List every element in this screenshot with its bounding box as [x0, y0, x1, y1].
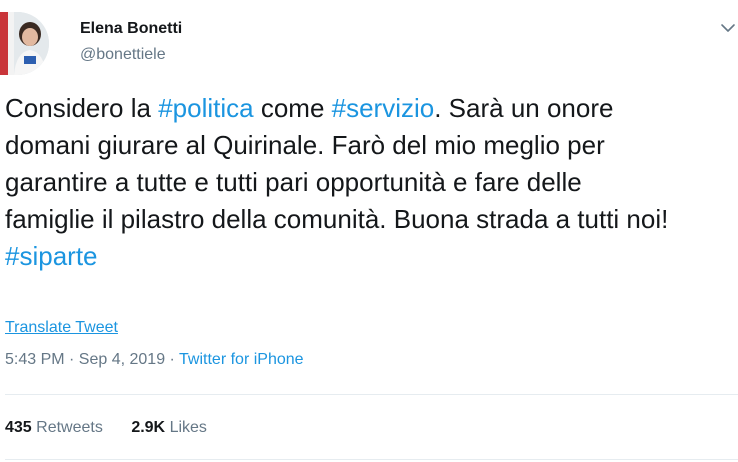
- tweet-text-segment: come: [253, 93, 332, 123]
- tweet-line: Considero la #politica come #servizio. S…: [5, 90, 738, 127]
- tweet-line: famiglie il pilastro della comunità. Buo…: [5, 201, 738, 238]
- tweet-timestamp[interactable]: 5:43 PM · Sep 4, 2019 ·: [5, 351, 179, 368]
- tweet-text-segment: . Sarà un onore: [434, 93, 614, 123]
- user-handle[interactable]: @bonettiele: [80, 45, 166, 65]
- divider: [5, 394, 738, 395]
- tweet-line: domani giurare al Quirinale. Farò del mi…: [5, 127, 738, 164]
- engagement-stats: 435 Retweets 2.9K Likes: [5, 418, 231, 438]
- likes-label: Likes: [169, 419, 207, 436]
- tweet-text-segment: Considero la: [5, 93, 159, 123]
- tweet-line: #siparte: [5, 238, 738, 275]
- hashtag-link[interactable]: #servizio: [332, 93, 435, 123]
- tweet-source-link[interactable]: Twitter for iPhone: [179, 351, 304, 368]
- hashtag-link[interactable]: #politica: [158, 93, 253, 123]
- translate-tweet-link[interactable]: Translate Tweet: [5, 318, 118, 338]
- tweet-text-segment: garantire a tutte e tutti pari opportuni…: [5, 167, 582, 197]
- tweet-metadata: 5:43 PM · Sep 4, 2019 · Twitter for iPho…: [5, 350, 304, 370]
- tweet-text-segment: domani giurare al Quirinale. Farò del mi…: [5, 130, 605, 160]
- retweets-count: 435: [5, 419, 32, 436]
- chevron-down-icon[interactable]: [718, 18, 738, 38]
- tweet-text: Considero la #politica come #servizio. S…: [5, 90, 738, 275]
- tweet-card: Elena Bonetti @bonettiele Considero la #…: [0, 0, 738, 462]
- hashtag-link[interactable]: #siparte: [5, 241, 98, 271]
- tweet-text-segment: famiglie il pilastro della comunità. Buo…: [5, 204, 669, 234]
- tweet-line: garantire a tutte e tutti pari opportuni…: [5, 164, 738, 201]
- retweets-label: Retweets: [36, 419, 103, 436]
- avatar[interactable]: [0, 12, 49, 75]
- retweets-stat[interactable]: 435 Retweets: [5, 418, 103, 438]
- divider: [5, 459, 738, 460]
- likes-stat[interactable]: 2.9K Likes: [131, 418, 207, 438]
- likes-count: 2.9K: [131, 419, 166, 436]
- user-name[interactable]: Elena Bonetti: [80, 18, 182, 40]
